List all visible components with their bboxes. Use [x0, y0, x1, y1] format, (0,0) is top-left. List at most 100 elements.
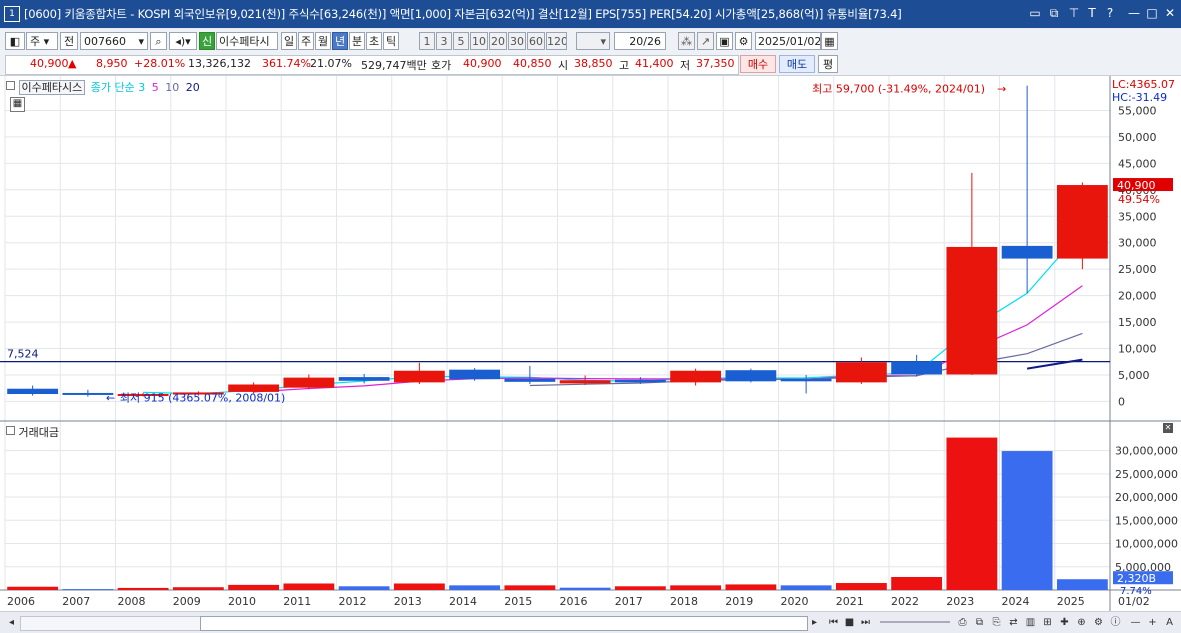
reference-line-label: 7,524 — [7, 348, 39, 361]
settings-icon[interactable]: ⚙ — [1091, 615, 1106, 630]
scrollbar-thumb[interactable] — [200, 616, 808, 631]
volume-bar — [449, 585, 501, 590]
close-icon[interactable]: ✕ — [1162, 5, 1178, 21]
layout-split-icon[interactable]: ⊞ — [1040, 615, 1055, 630]
period-button-1[interactable]: 주 — [298, 32, 314, 50]
stock-code-input[interactable]: 007660 ▾ — [80, 32, 148, 50]
volume-bar — [780, 585, 832, 590]
x-tick-label: 2009 — [173, 595, 201, 608]
sound-icon[interactable]: ◂)▾ — [169, 32, 197, 50]
period-button-2[interactable]: 월 — [315, 32, 331, 50]
sell-button[interactable]: 매도 — [779, 55, 815, 73]
date-input[interactable]: 2025/01/02 — [755, 32, 821, 50]
x-tick-label: 2015 — [504, 595, 532, 608]
volume-bar — [7, 586, 59, 590]
all-button[interactable]: 전 — [60, 32, 78, 50]
interval-button-1[interactable]: 3 — [436, 32, 452, 50]
pane-close-icon[interactable]: ✕ — [1163, 423, 1173, 433]
layout-icon[interactable]: ▭ — [1027, 5, 1043, 21]
zoom-in-icon[interactable]: + — [1145, 615, 1160, 630]
volume-checkbox-icon[interactable] — [6, 426, 15, 435]
grid-toggle-icon[interactable]: ▦ — [10, 97, 25, 112]
price-tick-label: 5,000 — [1118, 369, 1150, 382]
interval-button-6[interactable]: 60 — [527, 32, 545, 50]
volume-bar — [835, 583, 887, 590]
price-tick-label: 30,000 — [1118, 237, 1157, 250]
count-input[interactable]: 20/26 — [614, 32, 666, 50]
copy-icon[interactable]: ⧉ — [972, 615, 987, 630]
price-legend: 이수페타시스 종가 단순 3 5 10 20 — [6, 79, 200, 95]
price-tick-label: 0 — [1118, 395, 1125, 408]
period-button-0[interactable]: 일 — [281, 32, 297, 50]
legend-stock-name[interactable]: 이수페타시스 — [18, 80, 86, 95]
zoom-out-icon[interactable]: — — [1128, 615, 1143, 630]
x-tick-label: 2021 — [836, 595, 864, 608]
help-icon[interactable]: ? — [1102, 5, 1118, 21]
pin-icon[interactable]: ⊤ — [1066, 5, 1082, 21]
font-icon[interactable]: T — [1084, 5, 1100, 21]
speed-slider[interactable] — [880, 621, 950, 623]
interval-button-4[interactable]: 20 — [489, 32, 507, 50]
candle-body — [283, 377, 335, 388]
scroll-right-icon[interactable]: ▸ — [807, 615, 822, 630]
volume-bar — [172, 587, 224, 590]
interval-input[interactable]: ▾ — [576, 32, 610, 50]
trade-amount: 529,747백만 — [361, 59, 427, 72]
draw-tool-icon[interactable]: ↗ — [697, 32, 714, 50]
volume-tick-label: 15,000,000 — [1115, 514, 1178, 527]
last-price-label: 40,900 — [1117, 179, 1156, 192]
search-icon[interactable]: ⌕ — [150, 32, 167, 50]
cross-icon[interactable]: ✚ — [1057, 615, 1072, 630]
minimize-icon[interactable]: — — [1126, 5, 1142, 21]
candle-body — [780, 378, 832, 382]
period-select[interactable]: 주 ▾ — [26, 32, 58, 50]
calendar-icon[interactable]: ▦ — [821, 32, 838, 50]
stock-name-field[interactable]: 이수페타시 — [216, 32, 278, 50]
interval-button-5[interactable]: 30 — [508, 32, 526, 50]
chart-menu-icon[interactable]: ◧ — [5, 32, 25, 50]
chart-area[interactable]: 7,524 55,00050,00045,00040,00035,00030,0… — [0, 76, 1181, 612]
period-button-4[interactable]: 분 — [349, 32, 365, 50]
candle-body — [725, 370, 777, 382]
stock-code-value: 007660 — [84, 35, 126, 48]
bars-icon[interactable]: ⁂ — [678, 32, 695, 50]
period-button-6[interactable]: 틱 — [383, 32, 399, 50]
volume-bar — [283, 583, 335, 590]
bar-style-icon[interactable]: ▥ — [1023, 615, 1038, 630]
auto-icon[interactable]: A — [1162, 615, 1177, 630]
candle-body — [946, 246, 998, 375]
print-icon[interactable]: ⎘ — [989, 615, 1004, 630]
save-icon[interactable]: ▣ — [716, 32, 733, 50]
period-button-3[interactable]: 년 — [332, 32, 348, 50]
high-label: 고 — [619, 59, 630, 72]
x-tick-label: 2006 — [7, 595, 35, 608]
interval-button-2[interactable]: 5 — [453, 32, 469, 50]
gear-icon[interactable]: ⚙ — [735, 32, 752, 50]
screenshot-icon[interactable]: ⎙ — [955, 615, 970, 630]
info-icon[interactable]: ⓘ — [1108, 615, 1123, 630]
maximize-icon[interactable]: □ — [1144, 5, 1160, 21]
bottom-bar: ◂ ▸ ⏮ ■ ⏭ ⎙ ⧉ ⎘ ⇄ ▥ ⊞ ✚ ⊕ ⚙ ⓘ — + A — [0, 611, 1181, 633]
buy-button[interactable]: 매수 — [740, 55, 776, 73]
chart-svg[interactable]: 7,524 55,00050,00045,00040,00035,00030,0… — [0, 76, 1181, 612]
period-button-5[interactable]: 초 — [366, 32, 382, 50]
x-tick-label: 2014 — [449, 595, 477, 608]
hc-label: HC:-31.49 — [1112, 91, 1167, 104]
volume-bar — [338, 586, 390, 590]
interval-button-3[interactable]: 10 — [470, 32, 488, 50]
legend-ma-label: 종가 단순 — [90, 81, 135, 94]
window-icon[interactable]: ⧉ — [1046, 5, 1062, 21]
stop-icon[interactable]: ■ — [842, 615, 857, 630]
rewind-icon[interactable]: ⏮ — [826, 615, 841, 630]
volume-bar — [946, 437, 998, 590]
scroll-left-icon[interactable]: ◂ — [4, 615, 19, 630]
forward-icon[interactable]: ⏭ — [858, 615, 873, 630]
current-price: 40,900 — [30, 57, 69, 70]
interval-button-0[interactable]: 1 — [419, 32, 435, 50]
compare-icon[interactable]: ⇄ — [1006, 615, 1021, 630]
low-price: 37,350 — [696, 57, 735, 70]
interval-button-7[interactable]: 120 — [546, 32, 567, 50]
legend-checkbox-icon[interactable] — [6, 81, 15, 90]
eval-button[interactable]: 평 — [818, 55, 838, 73]
zoom-icon[interactable]: ⊕ — [1074, 615, 1089, 630]
